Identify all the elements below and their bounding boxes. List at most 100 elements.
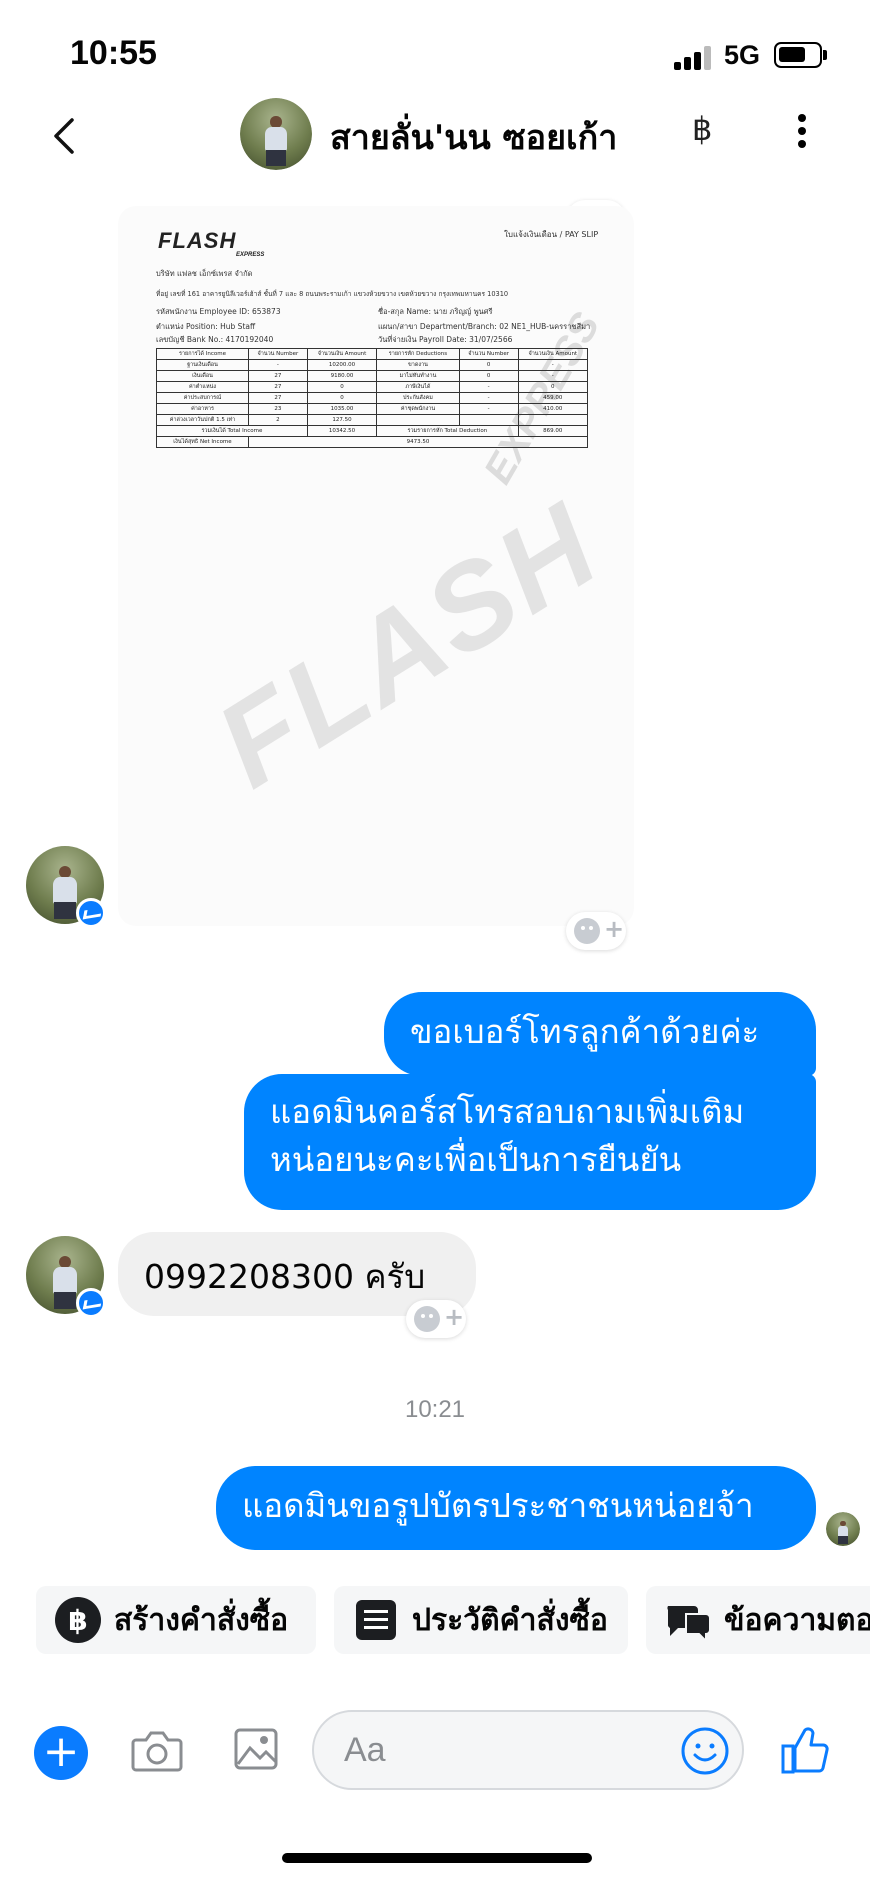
payslip-table-cell: เงินเดือน: [156, 370, 249, 382]
battery-icon: [774, 42, 822, 68]
payslip-table: รายการได้ Income จำนวน Number จำนวนเงิน Am…: [156, 348, 589, 448]
back-icon[interactable]: [48, 112, 88, 160]
message-outgoing[interactable]: แอดมินขอรูปบัตรประชาชนหน่อยจ้า: [216, 1466, 816, 1550]
net-income: 9473.50: [247, 436, 589, 448]
payslip-table-header: จำนวนเงิน Amount: [517, 348, 589, 360]
message-text: ขอเบอร์โทรลูกค้าด้วยค่ะ: [410, 1012, 760, 1051]
message-text: แอดมินขอรูปบัตรประชาชนหน่อยจ้า: [242, 1486, 754, 1525]
battery-tip: [823, 50, 827, 60]
baht-icon[interactable]: ฿: [692, 110, 712, 148]
payslip-table-cell: 27: [247, 370, 308, 382]
payslip-table-cell: 127.50: [306, 414, 378, 426]
payslip-table-header: รายการหัก Deductions: [376, 348, 460, 360]
payslip-table-row: ค่าอาหาร 23 1035.00 ค่าชุดพนักงาน -410.00: [156, 403, 589, 415]
contact-name[interactable]: สายลั่น'นน ซอยเก้า: [330, 110, 617, 164]
payslip-table-header: จำนวน Number: [247, 348, 308, 360]
messenger-badge-icon: [76, 1288, 106, 1318]
payslip-employee-id: รหัสพนักงาน Employee ID: 653873: [156, 307, 281, 316]
payslip-table-cell: -: [458, 403, 519, 415]
payslip-totals-row: รวมเงินได้ Total Income 10342.50 รวมรายการ…: [156, 425, 589, 437]
payslip-payroll-date: วันที่จ่ายเงิน Payroll Date: 31/07/2566: [378, 335, 513, 344]
payslip-table-cell: [517, 414, 589, 426]
payslip-table-cell: 410.00: [517, 403, 589, 415]
payslip-table-cell: ประกันสังคม: [376, 392, 460, 404]
payslip-table-cell: ภาษีเงินได้: [376, 381, 460, 393]
message-input[interactable]: [344, 1726, 664, 1774]
payslip-company: บริษัท แฟลช เอ็กซ์เพรส จำกัด: [156, 269, 253, 278]
seen-avatar: [826, 1512, 860, 1546]
flash-logo-sub: EXPRESS: [236, 252, 265, 258]
payslip-table-row: ค่าประสบการณ์ 27 0 ประกันสังคม -459.00: [156, 392, 589, 404]
payslip-table-cell: -: [458, 392, 519, 404]
order-history-chip[interactable]: ประวัติคำสั่งซื้อ: [334, 1586, 628, 1654]
payslip-position: ตำแหน่ง Position: Hub Staff: [156, 322, 256, 331]
payslip-table-cell: 0: [306, 381, 378, 393]
total-income: 10342.50: [306, 425, 378, 437]
total-deduction: 869.00: [517, 425, 589, 437]
baht-icon: ฿: [55, 1597, 101, 1643]
message-timestamp: 10:21: [404, 1396, 466, 1423]
payslip-table-cell: 1035.00: [306, 403, 378, 415]
payslip-image[interactable]: FLASH EXPRESS FLASH EXPRESS ใบแจ้งเงินเด…: [118, 206, 634, 926]
emoji-icon[interactable]: [680, 1726, 730, 1776]
plus-icon[interactable]: +: [34, 1726, 88, 1780]
payslip-table-cell: ค่าตำแหน่ง: [156, 381, 249, 393]
message-outgoing[interactable]: แอดมินคอร์สโทรสอบถามเพิ่มเติม หน่อยนะคะเ…: [244, 1074, 816, 1210]
payslip-table-cell: ค่าอาหาร: [156, 403, 249, 415]
payslip-table-cell: 2: [247, 414, 308, 426]
net-income-label: เงินได้สุทธิ Net Income: [156, 436, 249, 448]
payslip-branch: แผนก/สาขา Department/Branch: 02 NE1_HUB-…: [378, 322, 591, 331]
home-indicator: [282, 1853, 592, 1863]
create-order-label: สร้างคำสั่งซื้อ: [114, 1602, 289, 1638]
saved-reply-chip[interactable]: ข้อความตอ: [646, 1586, 870, 1654]
message-composer: +: [0, 1700, 870, 1800]
payslip-table-cell: -: [517, 370, 589, 382]
flash-logo: FLASH: [158, 228, 237, 253]
payslip-table-cell: 0: [517, 381, 589, 393]
reaction-icon[interactable]: +: [566, 912, 626, 950]
order-list-icon: [356, 1600, 396, 1640]
payslip-table-cell: [376, 414, 460, 426]
message-input-box[interactable]: [312, 1710, 744, 1790]
signal-icon: [674, 46, 711, 70]
create-order-chip[interactable]: ฿ สร้างคำสั่งซื้อ: [36, 1586, 316, 1654]
payslip-table-cell: 0: [458, 359, 519, 371]
message-text: 0992208300 ครับ: [144, 1257, 426, 1296]
message-text-line2: หน่อยนะคะเพื่อเป็นการยืนยัน: [270, 1139, 682, 1179]
payslip-bank: เลขบัญชี Bank No.: 4170192040: [156, 335, 274, 344]
payslip-table-cell: ค่าชุดพนักงาน: [376, 403, 460, 415]
payslip-table-cell: -: [247, 359, 308, 371]
gallery-icon[interactable]: [234, 1726, 278, 1772]
chat-icon: [667, 1606, 711, 1644]
reaction-icon[interactable]: +: [406, 1300, 466, 1338]
status-time: 10:55: [70, 34, 157, 72]
payslip-table-cell: 9180.00: [306, 370, 378, 382]
network-label: 5G: [724, 40, 761, 70]
payslip-table-cell: ขาดงาน: [376, 359, 460, 371]
saved-reply-label: ข้อความตอ: [724, 1602, 870, 1638]
contact-avatar[interactable]: [240, 98, 312, 170]
like-icon[interactable]: [780, 1722, 830, 1776]
message-outgoing[interactable]: ขอเบอร์โทรลูกค้าด้วยค่ะ: [384, 992, 816, 1076]
messenger-badge-icon: [76, 898, 106, 928]
svg-text:฿: ฿: [68, 1604, 87, 1637]
payslip-table-cell: ฐานเงินเดือน: [156, 359, 249, 371]
payslip-table-cell: [458, 414, 519, 426]
payslip-net-row: เงินได้สุทธิ Net Income 9473.50: [156, 436, 589, 448]
payslip-table-cell: 27: [247, 392, 308, 404]
payslip-table-cell: 10200.00: [306, 359, 378, 371]
payslip-table-row: ฐานเงินเดือน -10200.00 ขาดงาน 0-: [156, 359, 589, 371]
more-icon[interactable]: [790, 114, 814, 154]
payslip-table-row: ค่าตำแหน่ง 27 0 ภาษีเงินได้ -0: [156, 381, 589, 393]
payslip-table-cell: 0: [306, 392, 378, 404]
payslip-title: ใบแจ้งเงินเดือน / PAY SLIP: [504, 230, 599, 239]
payslip-table-cell: 27: [247, 381, 308, 393]
payslip-table-cell: 23: [247, 403, 308, 415]
message-text-line1: แอดมินคอร์สโทรสอบถามเพิ่มเติม: [270, 1092, 745, 1131]
payslip-table-cell: -: [458, 381, 519, 393]
payslip-address: ที่อยู่ เลขที่ 161 อาคารยูนิลีเวอร์เฮ้าส…: [156, 290, 509, 298]
payslip-table-cell: 459.00: [517, 392, 589, 404]
camera-icon[interactable]: [130, 1728, 184, 1774]
quick-actions: ฿ สร้างคำสั่งซื้อ ประวัติคำสั่งซื้อ ข้อค…: [0, 1586, 870, 1658]
payslip-table-row: ค่าล่วงเวลาวันปกติ 1.5 เท่า 2 127.50: [156, 414, 589, 426]
